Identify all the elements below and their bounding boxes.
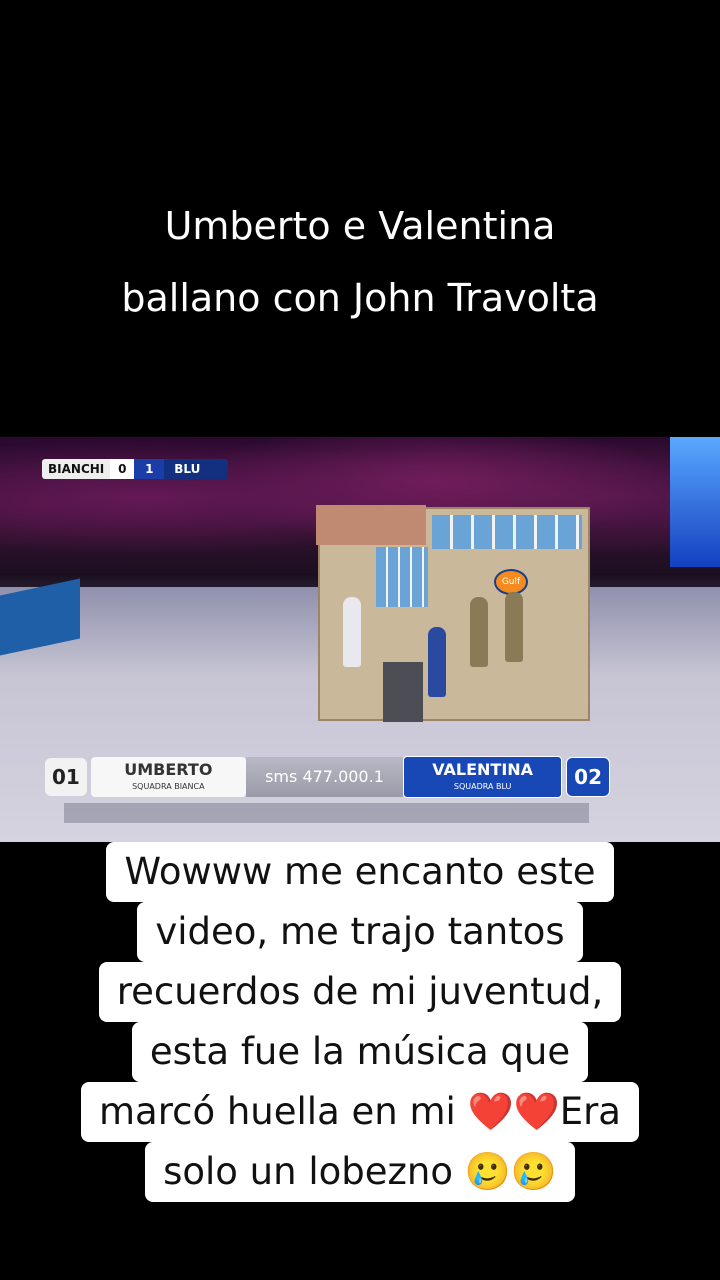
contestant-right-card: VALENTINA SQUADRA BLU: [403, 756, 563, 798]
counter-prop: [383, 662, 423, 722]
contestant-right-number: 02: [566, 757, 610, 797]
sms-count: sms 477.000.1: [245, 757, 404, 797]
contestant-left-number: 01: [45, 758, 87, 796]
scorebug-team-left: BIANCHI: [42, 459, 111, 479]
caption-line-4: esta fue la música que: [131, 1022, 589, 1082]
video-frame[interactable]: Gulf BIANCHI 0 1 BLU 01 UMBERTO SQUADRA …: [0, 437, 720, 842]
set-windows: [432, 515, 582, 549]
set-roof: [316, 505, 426, 545]
title-line-2: ballano con John Travolta: [121, 276, 599, 320]
contestant-left-name: UMBERTO: [124, 760, 213, 779]
caption-line-6: solo un lobezno 🥲🥲: [145, 1142, 575, 1202]
scorebug-team-right: BLU: [164, 459, 229, 479]
scorebug-score-right: 1: [134, 459, 165, 479]
caption-line-1: Wowww me encanto este: [106, 842, 614, 902]
heart-emoji: ❤️❤️: [467, 1090, 560, 1133]
contestant-left-card: UMBERTO SQUADRA BIANCA: [90, 757, 246, 797]
dancer-figure: [343, 597, 361, 667]
video-title-overlay: Umberto e Valentina ballano con John Tra…: [0, 190, 720, 334]
contestant-right-name: VALENTINA: [432, 760, 534, 779]
caption-line-6-text: solo un lobezno: [163, 1150, 465, 1193]
title-line-1: Umberto e Valentina: [164, 204, 556, 248]
crying-face-emoji: 🥲🥲: [464, 1150, 557, 1193]
set-windows-side: [376, 547, 428, 607]
contestant-right-team: SQUADRA BLU: [453, 782, 512, 791]
ticker-bar: [64, 803, 589, 823]
scorebug-score-left: 0: [110, 459, 135, 479]
caption-line-5: marcó huella en mi ❤️❤️Era: [81, 1082, 639, 1142]
contestant-left-team: SQUADRA BIANCA: [132, 782, 205, 791]
caption-line-5-end: Era: [559, 1090, 621, 1133]
dancer-figure: [428, 627, 446, 697]
scorebug: BIANCHI 0 1 BLU: [42, 458, 229, 480]
lower-third: 01 UMBERTO SQUADRA BIANCA sms 477.000.1 …: [45, 755, 610, 799]
comment-caption: Wowww me encanto este video, me trajo ta…: [0, 842, 720, 1202]
caption-line-2: video, me trajo tantos: [137, 902, 583, 962]
stage-screen: [670, 437, 720, 567]
caption-line-3: recuerdos de mi juventud,: [98, 962, 622, 1022]
dancer-figure: [505, 592, 523, 662]
caption-line-5-text: marcó huella en mi: [99, 1090, 468, 1133]
dancer-figure: [470, 597, 488, 667]
